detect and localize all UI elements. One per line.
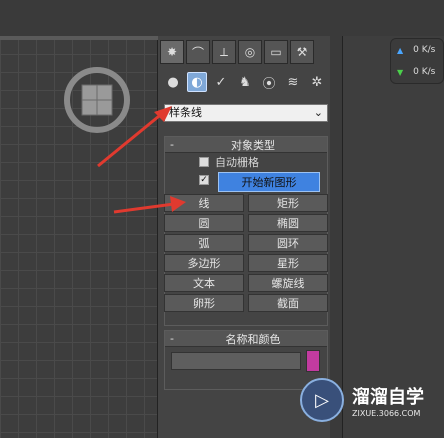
- object-color-swatch[interactable]: [306, 350, 320, 372]
- create-subtabs: ● ◐ ✓ ♞ ⦿ ≋ ✲: [163, 72, 327, 92]
- hierarchy-tab[interactable]: ⟂: [212, 40, 236, 64]
- rectangle-button[interactable]: 矩形: [248, 194, 328, 212]
- systems-subtab[interactable]: ✲: [307, 72, 327, 92]
- motion-icon: ◎: [244, 45, 256, 59]
- play-icon: ▷: [300, 378, 344, 422]
- start-new-shape-button[interactable]: 开始新图形: [218, 172, 320, 192]
- download-row: ▼ 0 K/s: [391, 61, 443, 83]
- section-button[interactable]: 截面: [248, 294, 328, 312]
- modify-tab[interactable]: ⌒: [186, 40, 210, 64]
- arc-button[interactable]: 弧: [164, 234, 244, 252]
- top-toolbar: [0, 0, 444, 36]
- arrow-up-icon: ▲: [397, 45, 404, 55]
- spacewarps-subtab[interactable]: ≋: [283, 72, 303, 92]
- command-panel-tabs: ✸ ⌒ ⟂ ◎ ▭ ⚒: [160, 40, 314, 64]
- object-type-title: 对象类型: [231, 138, 275, 152]
- watermark: ▷ 溜溜自学 ZIXUE.3066.COM: [300, 374, 436, 426]
- annotation-arrow-icon: [97, 106, 172, 168]
- upload-speed: 0 K/s: [413, 45, 436, 55]
- helix-button[interactable]: 螺旋线: [248, 274, 328, 292]
- sun-icon: ✸: [166, 45, 178, 59]
- autogrid-checkbox[interactable]: [199, 157, 209, 167]
- sphere-icon: ●: [167, 74, 179, 90]
- autogrid-row[interactable]: 自动栅格: [165, 153, 327, 171]
- egg-button[interactable]: 卵形: [164, 294, 244, 312]
- object-name-input[interactable]: [171, 352, 301, 370]
- hammer-icon: ⚒: [296, 45, 308, 59]
- curve-icon: ⌒: [191, 45, 204, 60]
- object-type-header[interactable]: - 对象类型: [165, 137, 327, 153]
- arrow-down-icon: ▼: [397, 67, 404, 77]
- create-tab[interactable]: ✸: [160, 40, 184, 64]
- light-icon: ✓: [215, 74, 227, 90]
- collapse-icon: -: [170, 332, 174, 345]
- name-color-title: 名称和颜色: [225, 332, 281, 346]
- helper-icon: ⦿: [262, 76, 276, 92]
- annotation-arrow-icon: [113, 196, 186, 214]
- upload-row: ▲ 0 K/s: [391, 39, 443, 61]
- camera-icon: ♞: [239, 74, 251, 90]
- viewport-border: [0, 36, 158, 40]
- systems-icon: ✲: [311, 74, 323, 90]
- shapes-subtab[interactable]: ◐: [187, 72, 207, 92]
- geometry-subtab[interactable]: ●: [163, 72, 183, 92]
- download-speed: 0 K/s: [413, 67, 436, 77]
- watermark-brand: 溜溜自学: [352, 386, 424, 408]
- helpers-subtab[interactable]: ⦿: [259, 72, 279, 92]
- hierarchy-icon: ⟂: [219, 44, 228, 59]
- chevron-down-icon: ⌄: [313, 106, 323, 119]
- display-icon: ▭: [270, 45, 282, 59]
- utilities-tab[interactable]: ⚒: [290, 40, 314, 64]
- display-tab[interactable]: ▭: [264, 40, 288, 64]
- lights-subtab[interactable]: ✓: [211, 72, 231, 92]
- category-dropdown[interactable]: 样条线 ⌄: [164, 104, 328, 122]
- motion-tab[interactable]: ◎: [238, 40, 262, 64]
- text-button[interactable]: 文本: [164, 274, 244, 292]
- ngon-button[interactable]: 多边形: [164, 254, 244, 272]
- name-color-header[interactable]: - 名称和颜色: [165, 331, 327, 347]
- spacewarp-icon: ≋: [287, 74, 299, 90]
- start-new-shape-checkbox[interactable]: ✓: [199, 175, 209, 185]
- shapes-icon: ◐: [191, 74, 203, 90]
- network-speed-widget: ▲ 0 K/s ▼ 0 K/s: [390, 38, 444, 84]
- donut-button[interactable]: 圆环: [248, 234, 328, 252]
- ellipse-button[interactable]: 椭圆: [248, 214, 328, 232]
- watermark-url: ZIXUE.3066.COM: [352, 408, 421, 418]
- autogrid-label: 自动栅格: [215, 156, 259, 169]
- star-button[interactable]: 星形: [248, 254, 328, 272]
- cameras-subtab[interactable]: ♞: [235, 72, 255, 92]
- watermark-text: 溜溜自学 ZIXUE.3066.COM: [352, 383, 424, 418]
